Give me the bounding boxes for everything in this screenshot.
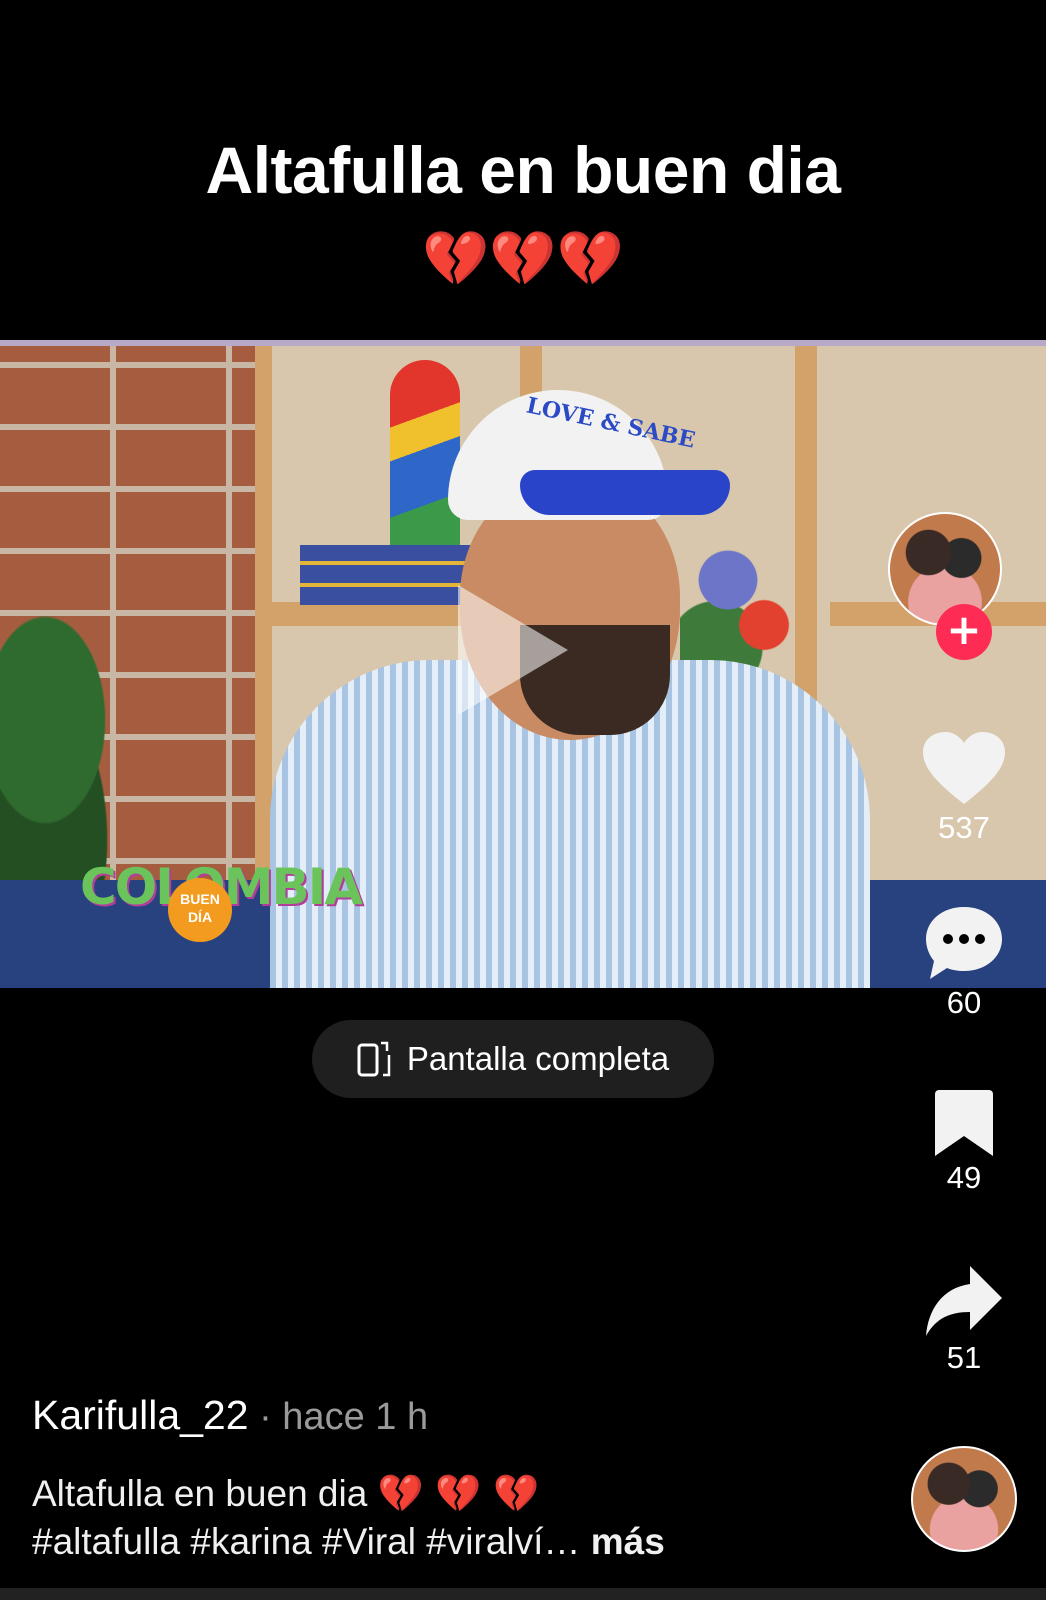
fullscreen-button[interactable]: Pantalla completa <box>312 1020 714 1098</box>
more-link[interactable]: más <box>580 1521 665 1562</box>
caption-text: Altafulla en buen dia <box>32 1473 378 1514</box>
heart-icon <box>923 732 1005 804</box>
comment-button[interactable]: 60 <box>904 905 1024 1021</box>
plant <box>0 600 150 900</box>
caption-line-2: #altafulla #karina #Viral #viralví… más <box>32 1518 872 1566</box>
bookmark-icon <box>935 1090 993 1156</box>
fullscreen-rotate-icon <box>357 1039 393 1079</box>
video-player[interactable]: LOVE & SABE COLOMBIA BUEN DÍA <box>0 340 1046 988</box>
show-logo-badge: BUEN DÍA <box>168 878 232 942</box>
play-icon[interactable] <box>458 585 568 715</box>
flowers <box>680 520 800 670</box>
post-time: · hace 1 h <box>248 1396 429 1438</box>
save-count: 49 <box>946 1160 982 1195</box>
comment-count: 60 <box>946 985 982 1020</box>
save-button[interactable]: 49 <box>904 1090 1024 1196</box>
share-count: 51 <box>946 1340 982 1375</box>
follow-plus-icon[interactable]: + <box>936 604 992 660</box>
music-disc-avatar[interactable] <box>911 1446 1017 1552</box>
fullscreen-label: Pantalla completa <box>406 1040 670 1077</box>
share-arrow-icon <box>926 1266 1002 1336</box>
caption-line-1: Altafulla en buen dia 💔 💔 💔 <box>32 1470 872 1518</box>
parrot-figurine <box>390 360 460 560</box>
person-cap-brim <box>520 470 730 515</box>
author-row: Karifulla_22 · hace 1 h <box>32 1392 428 1439</box>
creator-avatar[interactable] <box>888 512 1002 626</box>
bottom-bar <box>0 1588 1046 1600</box>
books-stack <box>300 545 470 605</box>
overlay-emoji: 💔💔💔 <box>422 227 624 290</box>
like-button[interactable]: 537 <box>904 732 1024 846</box>
comment-bubble-icon <box>926 907 1002 979</box>
share-button[interactable]: 51 <box>904 1266 1024 1376</box>
like-count: 537 <box>938 810 990 845</box>
overlay-title: Altafulla en buen dia <box>205 133 841 207</box>
author-username[interactable]: Karifulla_22 <box>32 1392 249 1438</box>
caption-emoji: 💔 💔 💔 <box>377 1472 540 1515</box>
post-caption[interactable]: Altafulla en buen dia 💔 💔 💔 #altafulla #… <box>32 1470 872 1566</box>
caption-hashtags[interactable]: #altafulla #karina #Viral #viralví… <box>32 1521 580 1562</box>
